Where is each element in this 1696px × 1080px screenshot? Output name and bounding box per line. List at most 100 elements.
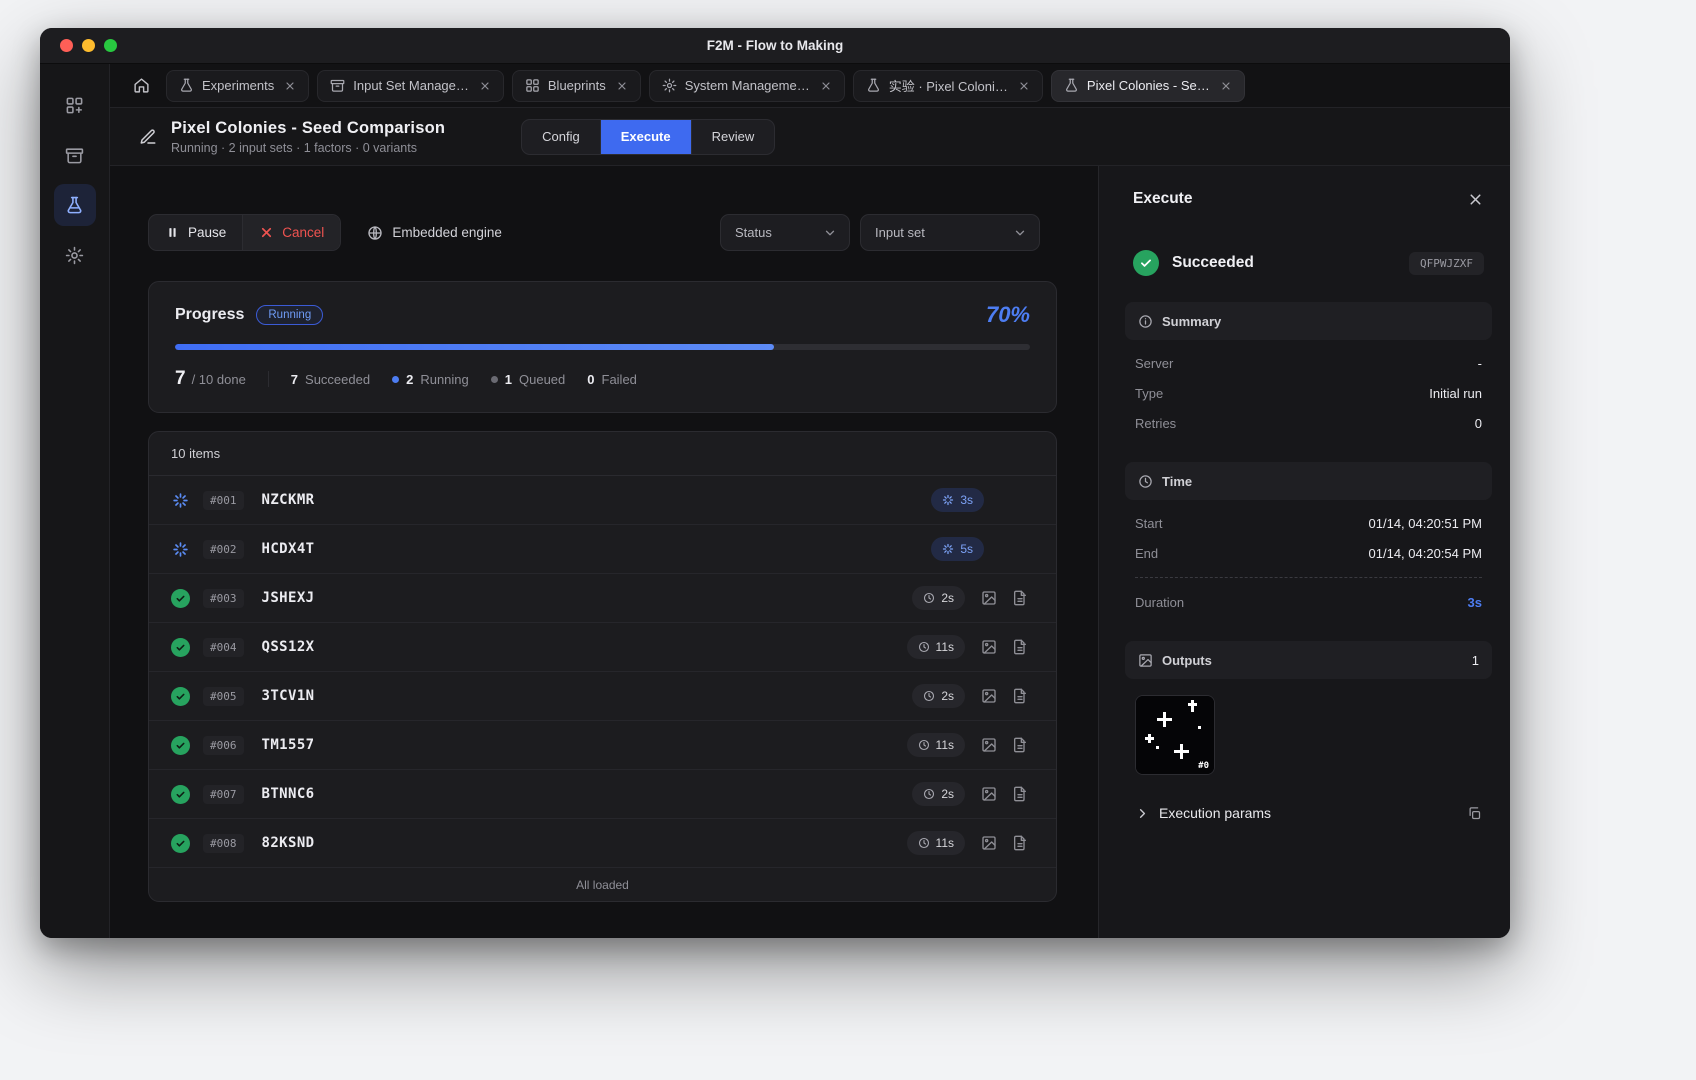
tab-label: Pixel Colonies - Se… [1087,78,1210,93]
list-item[interactable]: #006 TM1557 11s 11s [149,721,1056,770]
minimize-window-button[interactable] [82,39,95,52]
sidebar-item-dashboard[interactable] [54,84,96,126]
image-icon [1138,653,1153,668]
image-output-icon[interactable] [981,737,997,753]
input-set-filter-select[interactable]: Input set [860,214,1040,251]
chevron-right-icon [1135,806,1150,821]
cancel-button[interactable]: Cancel [242,215,340,250]
image-output-icon[interactable] [981,835,997,851]
inbox-icon [330,78,345,93]
window-title: F2M - Flow to Making [707,38,844,53]
status-filter-select[interactable]: Status [720,214,850,251]
engine-label: Embedded engine [392,225,502,240]
image-output-icon[interactable] [981,786,997,802]
sidebar-item-experiments[interactable] [54,184,96,226]
list-item[interactable]: #005 3TCV1N 2s 2s [149,672,1056,721]
page-title: Pixel Colonies - Seed Comparison [171,119,445,138]
tab-close-icon[interactable] [1220,80,1232,92]
zoom-window-button[interactable] [104,39,117,52]
flask-icon [866,78,881,93]
summary-section-header: Summary [1125,302,1492,340]
output-thumbnail[interactable]: #0 [1135,695,1215,775]
kv-value: 01/14, 04:20:54 PM [1369,546,1482,561]
log-file-icon[interactable] [1012,835,1028,851]
success-check-icon [171,785,190,804]
config-tab-button[interactable]: Config [522,120,601,154]
success-check-icon [171,589,190,608]
edit-pencil-icon[interactable] [139,128,157,146]
pause-button[interactable]: Pause [149,215,242,250]
duration-badge: 2s [912,586,965,610]
inbox-icon [65,146,84,165]
review-tab-button[interactable]: Review [692,120,775,154]
execute-tab-button[interactable]: Execute [601,120,692,154]
stat-count: 1 [505,372,512,387]
clock-icon [923,690,935,702]
copy-icon[interactable] [1467,806,1482,821]
list-item[interactable]: #002 HCDX4T 5s 5s [149,525,1056,574]
execution-params-row[interactable]: Execution params [1133,801,1484,825]
summary-row: TypeInitial run [1135,378,1482,408]
image-output-icon[interactable] [981,688,997,704]
list-item[interactable]: #004 QSS12X 11s 11s [149,623,1056,672]
main-content: Pause Cancel Embedded engine [110,166,1098,938]
execute-panel: Execute Succeeded QFPWJZXF Summary [1098,166,1510,938]
clock-icon [923,788,935,800]
item-name: QSS12X [262,639,315,655]
list-item[interactable]: #008 82KSND 11s 11s [149,819,1056,868]
list-item[interactable]: #007 BTNNC6 2s 2s [149,770,1056,819]
running-spinner-icon [942,494,954,506]
close-window-button[interactable] [60,39,73,52]
cancel-x-icon [259,225,274,240]
tab-close-icon[interactable] [479,80,491,92]
sidebar-item-input-sets[interactable] [54,134,96,176]
app-window: F2M - Flow to Making [40,28,1510,938]
time-section-header: Time [1125,462,1492,500]
tab-system-management[interactable]: System Manageme… [649,70,845,102]
duration-badge: 5s [931,537,984,561]
close-panel-icon[interactable] [1467,191,1484,208]
duration-badge: 11s [907,831,965,855]
tab-close-icon[interactable] [1018,80,1030,92]
tab-experiments[interactable]: Experiments [166,70,309,102]
tab-experiment-pixel-colonies-cn[interactable]: 实验 · Pixel Coloni… [853,70,1043,102]
flask-icon [179,78,194,93]
tab-pixel-colonies-seed[interactable]: Pixel Colonies - Se… [1051,70,1245,102]
progress-bar-fill [175,344,774,350]
list-item[interactable]: #001 NZCKMR 3s 3s [149,476,1056,525]
tab-input-set-management[interactable]: Input Set Manage… [317,70,504,102]
stat-label: Failed [602,372,637,387]
page-header: Pixel Colonies - Seed Comparison Running… [110,108,1510,166]
item-id: #008 [203,834,244,853]
image-output-icon[interactable] [981,590,997,606]
log-file-icon[interactable] [1012,639,1028,655]
log-file-icon[interactable] [1012,590,1028,606]
log-file-icon[interactable] [1012,786,1028,802]
cancel-label: Cancel [282,225,324,240]
home-tab-button[interactable] [124,70,158,102]
item-id: #005 [203,687,244,706]
item-id: #004 [203,638,244,657]
tab-close-icon[interactable] [616,80,628,92]
item-id: #006 [203,736,244,755]
dashboard-icon [65,96,84,115]
run-id-badge: QFPWJZXF [1409,252,1484,275]
item-actions [981,786,1028,802]
running-spinner-icon [172,541,189,558]
time-row: End01/14, 04:20:54 PM [1135,538,1482,568]
view-switcher: Config Execute Review [521,119,775,155]
log-file-icon[interactable] [1012,737,1028,753]
success-check-icon [171,834,190,853]
list-item[interactable]: #003 JSHEXJ 2s 2s [149,574,1056,623]
kv-label: Duration [1135,595,1184,610]
item-status [169,636,191,658]
item-status [169,783,191,805]
log-file-icon[interactable] [1012,688,1028,704]
info-icon [1138,314,1153,329]
tab-blueprints[interactable]: Blueprints [512,70,641,102]
outputs-count: 1 [1472,653,1479,668]
tab-close-icon[interactable] [820,80,832,92]
image-output-icon[interactable] [981,639,997,655]
sidebar-item-settings[interactable] [54,234,96,276]
tab-close-icon[interactable] [284,80,296,92]
